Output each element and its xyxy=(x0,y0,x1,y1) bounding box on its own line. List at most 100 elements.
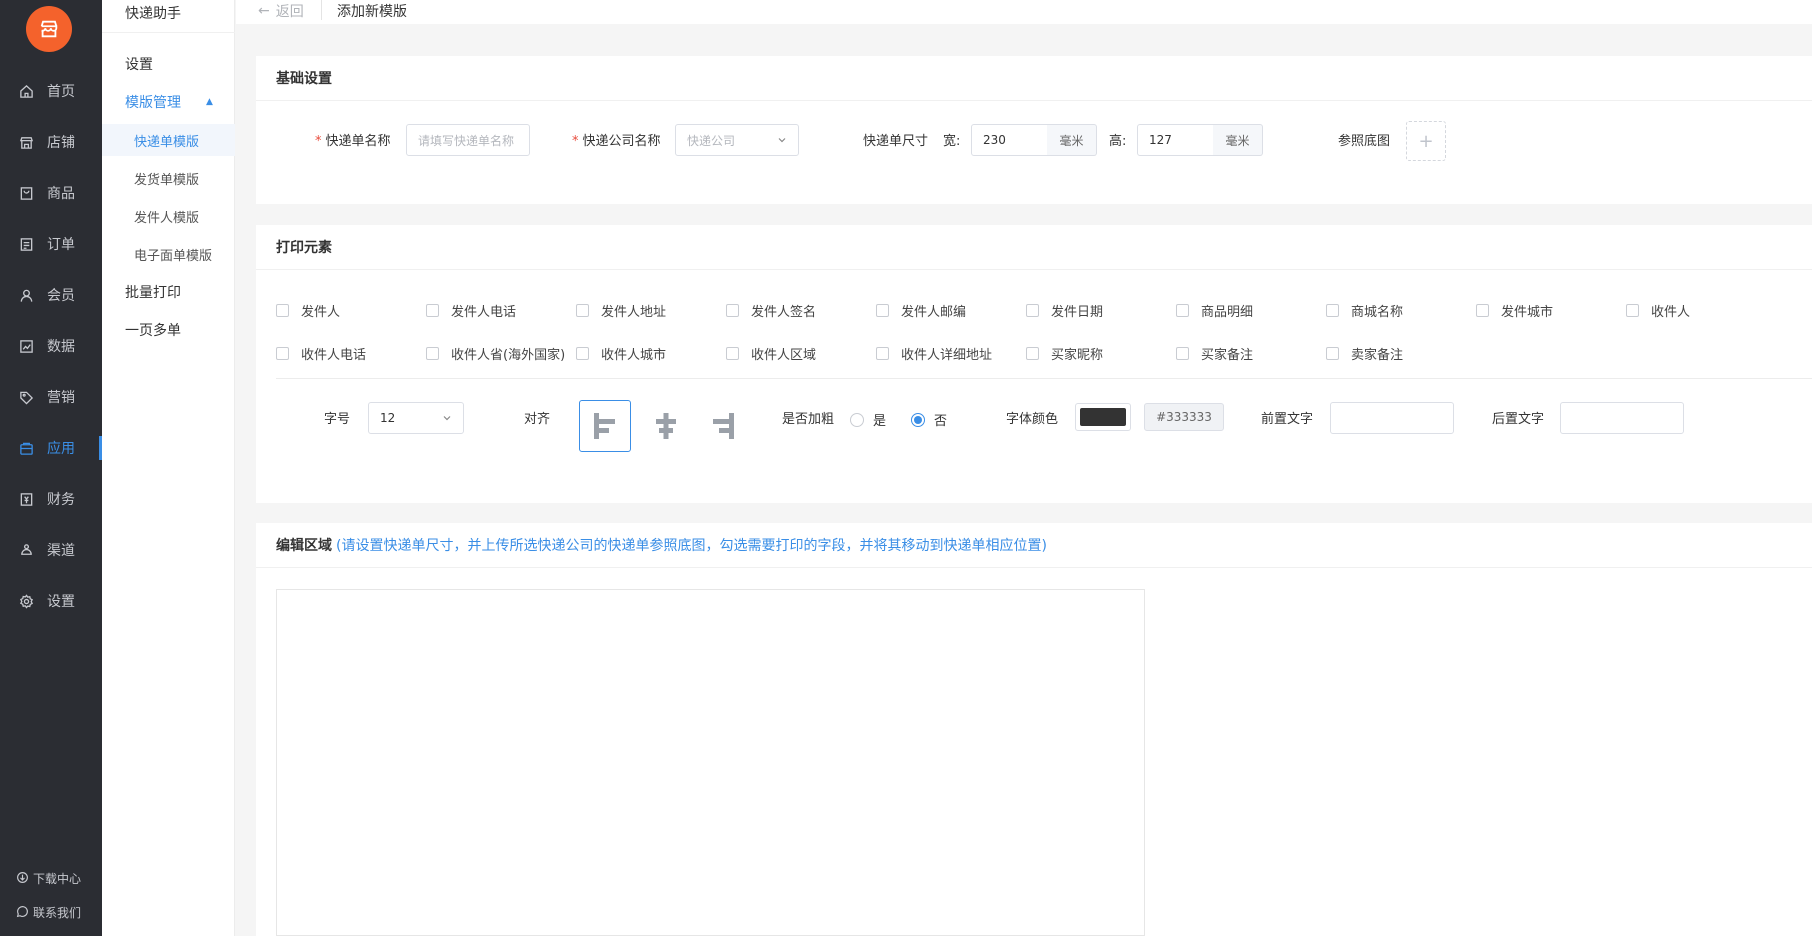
height-unit: 毫米 xyxy=(1213,124,1263,156)
checkbox-label: 买家昵称 xyxy=(1051,348,1104,363)
nav-item-member[interactable]: 会员 xyxy=(0,277,102,313)
tag-icon xyxy=(18,389,34,405)
nav-item-label: 首页 xyxy=(47,84,75,100)
field-checkbox[interactable]: 发件人电话 xyxy=(426,301,516,320)
checkbox-label: 商品明细 xyxy=(1201,305,1254,320)
field-checkbox[interactable]: 收件人区域 xyxy=(726,344,816,363)
field-checkbox[interactable]: 发件人签名 xyxy=(726,301,816,320)
contact-us-label: 联系我们 xyxy=(33,906,82,920)
bg-image-label: 参照底图 xyxy=(1338,134,1391,149)
bold-yes-radio[interactable]: 是 xyxy=(850,410,886,429)
subnav-item-sender-template[interactable]: 发件人模版 xyxy=(102,200,235,232)
template-canvas[interactable] xyxy=(276,589,1145,936)
field-checkbox[interactable]: 收件人城市 xyxy=(576,344,666,363)
field-checkbox[interactable]: 商品明细 xyxy=(1176,301,1253,320)
subnav-item-shipping-template[interactable]: 发货单模版 xyxy=(102,162,235,194)
shop-icon xyxy=(18,134,34,150)
app-icon xyxy=(18,440,34,456)
upload-bg-button[interactable]: + xyxy=(1406,121,1446,161)
font-color-picker[interactable] xyxy=(1075,403,1131,431)
edit-area-title: 编辑区域 xyxy=(276,538,332,554)
subnav-item-label: 电子面单模版 xyxy=(134,248,213,264)
download-icon xyxy=(16,871,29,887)
field-checkbox[interactable]: 收件人详细地址 xyxy=(876,344,992,363)
checkbox-box xyxy=(426,304,439,317)
download-center-link[interactable]: 下载中心 xyxy=(16,870,81,887)
checkbox-box xyxy=(426,347,439,360)
radio-dot xyxy=(911,412,925,427)
contact-us-link[interactable]: 联系我们 xyxy=(16,904,81,921)
caret-up-icon: ▲ xyxy=(206,97,213,107)
subnav-item-e-waybill-template[interactable]: 电子面单模版 xyxy=(102,238,235,270)
align-center-icon xyxy=(656,413,676,439)
nav-item-label: 商品 xyxy=(47,186,75,202)
subnav-item-label: 发货单模版 xyxy=(134,172,200,188)
top-bar: ← 返回 添加新模版 xyxy=(236,0,1812,24)
width-unit: 毫米 xyxy=(1047,124,1097,156)
field-checkbox[interactable]: 卖家备注 xyxy=(1326,344,1403,363)
product-icon xyxy=(18,185,34,201)
checkbox-box xyxy=(576,304,589,317)
nav-item-home[interactable]: 首页 xyxy=(0,73,102,109)
field-checkbox[interactable]: 买家昵称 xyxy=(1026,344,1103,363)
order-icon xyxy=(18,236,34,252)
prefix-input[interactable] xyxy=(1330,402,1454,434)
field-checkbox[interactable]: 发件城市 xyxy=(1476,301,1553,320)
nav-item-product[interactable]: 商品 xyxy=(0,175,102,211)
required-mark: * xyxy=(572,134,579,149)
height-input[interactable]: 127 xyxy=(1137,124,1214,156)
field-checkbox[interactable]: 收件人 xyxy=(1626,301,1690,320)
user-icon xyxy=(18,287,34,303)
nav-item-data[interactable]: 数据 xyxy=(0,328,102,364)
checkbox-label: 发件人签名 xyxy=(751,305,817,320)
edit-area-hint: (请设置快递单尺寸，并上传所选快递公司的快递单参照底图，勾选需要打印的字段，并将… xyxy=(336,538,1047,554)
express-name-input[interactable]: 请填写快递单名称 xyxy=(406,124,530,156)
nav-item-channel[interactable]: 渠道 xyxy=(0,532,102,568)
checkbox-box xyxy=(1026,347,1039,360)
company-select[interactable]: 快递公司 xyxy=(675,124,799,156)
align-right-button[interactable] xyxy=(697,400,749,452)
nav-item-order[interactable]: 订单 xyxy=(0,226,102,262)
field-checkbox[interactable]: 发件人邮编 xyxy=(876,301,966,320)
subnav-item-multi-per-page[interactable]: 一页多单 xyxy=(102,314,235,346)
prefix-label: 前置文字 xyxy=(1261,412,1314,427)
field-checkbox[interactable]: 发件人 xyxy=(276,301,340,320)
font-size-label: 字号 xyxy=(324,412,351,427)
checkbox-label: 收件人电话 xyxy=(301,348,367,363)
nav-item-shop[interactable]: 店铺 xyxy=(0,124,102,160)
subnav-item-batch-print[interactable]: 批量打印 xyxy=(102,276,235,308)
field-checkbox[interactable]: 买家备注 xyxy=(1176,344,1253,363)
checkbox-box xyxy=(1326,304,1339,317)
checkbox-label: 发件日期 xyxy=(1051,305,1104,320)
font-color-hex: #333333 xyxy=(1144,403,1224,431)
basic-settings-card: 基础设置 * 快递单名称 请填写快递单名称 * 快递公司名称 快递公司 快递单尺寸 … xyxy=(256,56,1812,204)
field-checkbox[interactable]: 收件人电话 xyxy=(276,344,366,363)
subnav-item-express-template[interactable]: 快递单模版 xyxy=(102,124,235,156)
font-size-select[interactable]: 12 xyxy=(368,402,464,434)
align-label: 对齐 xyxy=(524,412,551,427)
align-left-button[interactable] xyxy=(579,400,631,452)
checkbox-box xyxy=(1026,304,1039,317)
align-center-button[interactable] xyxy=(640,400,692,452)
width-input[interactable]: 230 xyxy=(971,124,1048,156)
store-icon[interactable] xyxy=(26,6,72,52)
suffix-input[interactable] xyxy=(1560,402,1684,434)
subnav-item-settings[interactable]: 设置 xyxy=(102,48,235,80)
back-button[interactable]: ← 返回 xyxy=(258,1,304,21)
nav-item-finance[interactable]: 财务 xyxy=(0,481,102,517)
align-right-icon xyxy=(713,413,734,439)
subnav-title: 快递助手 xyxy=(125,6,181,22)
nav-item-app[interactable]: 应用 xyxy=(0,430,102,466)
checkbox-box xyxy=(876,304,889,317)
nav-item-settings[interactable]: 设置 xyxy=(0,583,102,619)
field-checkbox[interactable]: 商城名称 xyxy=(1326,301,1403,320)
nav-item-marketing[interactable]: 营销 xyxy=(0,379,102,415)
checkbox-box xyxy=(576,347,589,360)
subnav-item-template-manage[interactable]: 模版管理 ▲ xyxy=(102,86,235,118)
subnav-item-label: 发件人模版 xyxy=(134,210,200,226)
field-checkbox[interactable]: 发件人地址 xyxy=(576,301,666,320)
subnav-item-label: 设置 xyxy=(125,57,153,73)
bold-no-radio[interactable]: 否 xyxy=(911,410,947,429)
field-checkbox[interactable]: 收件人省(海外国家) xyxy=(426,344,565,363)
field-checkbox[interactable]: 发件日期 xyxy=(1026,301,1103,320)
